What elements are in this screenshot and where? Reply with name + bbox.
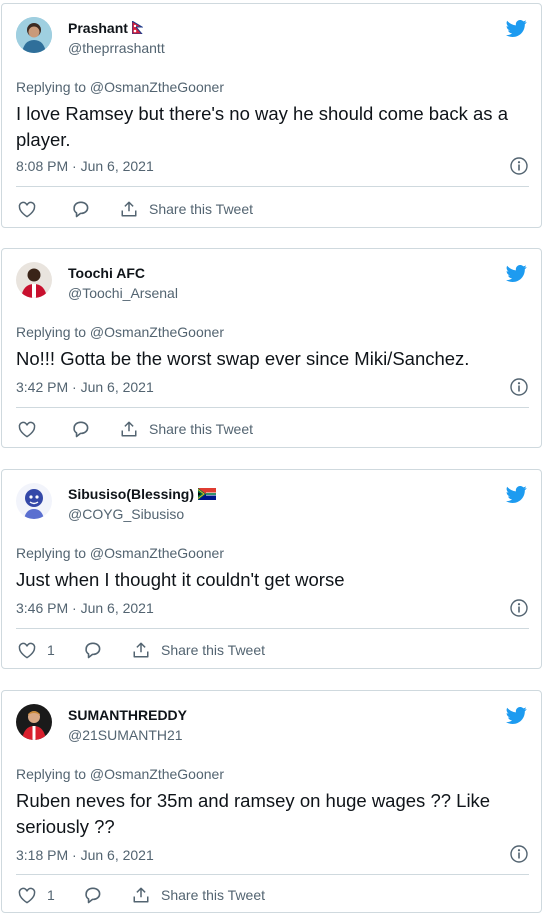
divider xyxy=(16,186,529,187)
user-handle[interactable]: @Toochi_Arsenal xyxy=(68,285,178,301)
like-button[interactable]: 1 xyxy=(18,639,55,661)
tweet-text: Just when I thought it couldn't get wors… xyxy=(16,569,345,590)
info-icon[interactable] xyxy=(510,599,528,617)
share-label: Share this Tweet xyxy=(149,201,254,217)
like-count: 1 xyxy=(47,887,55,903)
avatar[interactable] xyxy=(16,483,52,519)
reply-bubble-icon xyxy=(73,421,89,438)
tweet-card[interactable]: Sibusiso(Blessing) @COYG_Sibusiso Replyi… xyxy=(1,469,542,669)
twitter-bird-icon[interactable] xyxy=(504,263,529,284)
heart-icon xyxy=(18,201,36,217)
share-icon xyxy=(133,642,149,658)
twitter-bird-icon[interactable] xyxy=(504,484,529,505)
reply-button[interactable] xyxy=(83,884,102,906)
reply-button[interactable] xyxy=(83,639,102,661)
tweet-timestamp[interactable]: 3:18 PM · Jun 6, 2021 xyxy=(16,847,154,863)
avatar[interactable] xyxy=(16,262,52,298)
share-label: Share this Tweet xyxy=(149,421,254,437)
share-label: Share this Tweet xyxy=(161,887,266,903)
avatar[interactable] xyxy=(16,17,52,53)
share-label: Share this Tweet xyxy=(161,642,266,658)
tweet-actions: Share this Tweet xyxy=(16,418,416,440)
replying-to: Replying to @OsmanZtheGooner xyxy=(16,766,224,782)
user-name[interactable]: SUMANTHREDDY xyxy=(68,707,187,723)
tweet-text: No!!! Gotta be the worst swap ever since… xyxy=(16,348,470,369)
replying-to: Replying to @OsmanZtheGooner xyxy=(16,324,224,340)
share-icon xyxy=(121,201,137,217)
replying-to: Replying to @OsmanZtheGooner xyxy=(16,79,224,95)
tweet-card[interactable]: Toochi AFC @Toochi_Arsenal Replying to @… xyxy=(1,248,542,448)
info-icon[interactable] xyxy=(510,378,528,396)
tweet-actions: Share this Tweet xyxy=(16,198,416,220)
like-button[interactable]: 1 xyxy=(18,884,55,906)
user-name[interactable]: Toochi AFC xyxy=(68,265,145,281)
user-handle[interactable]: @theprrashantt xyxy=(68,40,165,56)
share-button[interactable]: Share this Tweet xyxy=(132,639,265,661)
heart-icon xyxy=(18,421,36,437)
tweet-card[interactable]: SUMANTHREDDY @21SUMANTH21 Replying to @O… xyxy=(1,690,542,913)
tweet-text: Ruben neves for 35m and ramsey on huge w… xyxy=(16,790,491,837)
avatar[interactable] xyxy=(16,704,52,740)
divider xyxy=(16,874,529,875)
heart-icon xyxy=(18,642,36,658)
share-icon xyxy=(121,421,137,437)
user-name[interactable]: Sibusiso(Blessing) xyxy=(68,486,217,503)
reply-bubble-icon xyxy=(85,642,101,659)
share-button[interactable]: Share this Tweet xyxy=(120,198,253,220)
tweet-timestamp[interactable]: 3:42 PM · Jun 6, 2021 xyxy=(16,379,154,395)
user-handle[interactable]: @COYG_Sibusiso xyxy=(68,506,184,522)
reply-button[interactable] xyxy=(71,418,90,440)
tweet-actions: 1 Share this Tweet xyxy=(16,884,416,906)
reply-bubble-icon xyxy=(73,201,89,218)
reply-bubble-icon xyxy=(85,887,101,904)
share-button[interactable]: Share this Tweet xyxy=(132,884,265,906)
like-button[interactable] xyxy=(18,198,47,220)
user-handle[interactable]: @21SUMANTH21 xyxy=(68,727,183,743)
info-icon[interactable] xyxy=(510,845,528,863)
tweet-timestamp[interactable]: 8:08 PM · Jun 6, 2021 xyxy=(16,158,154,174)
user-name-text[interactable]: Sibusiso(Blessing) xyxy=(68,486,194,502)
south-africa-flag-icon xyxy=(197,487,217,503)
tweet-text: I love Ramsey but there's no way he shou… xyxy=(16,103,508,150)
twitter-bird-icon[interactable] xyxy=(504,18,529,39)
info-icon[interactable] xyxy=(510,157,528,175)
nepal-flag-icon xyxy=(131,20,144,37)
like-button[interactable] xyxy=(18,418,47,440)
divider xyxy=(16,628,529,629)
tweet-card[interactable]: Prashant @theprrashantt Replying to @Osm… xyxy=(1,3,542,228)
tweet-actions: 1 Share this Tweet xyxy=(16,639,416,661)
divider xyxy=(16,407,529,408)
reply-button[interactable] xyxy=(71,198,90,220)
share-icon xyxy=(133,887,149,903)
replying-to: Replying to @OsmanZtheGooner xyxy=(16,545,224,561)
like-count: 1 xyxy=(47,642,55,658)
user-name-text[interactable]: Prashant xyxy=(68,20,128,36)
share-button[interactable]: Share this Tweet xyxy=(120,418,253,440)
tweet-timestamp[interactable]: 3:46 PM · Jun 6, 2021 xyxy=(16,600,154,616)
heart-icon xyxy=(18,887,36,903)
twitter-bird-icon[interactable] xyxy=(504,705,529,726)
user-name[interactable]: Prashant xyxy=(68,20,144,37)
